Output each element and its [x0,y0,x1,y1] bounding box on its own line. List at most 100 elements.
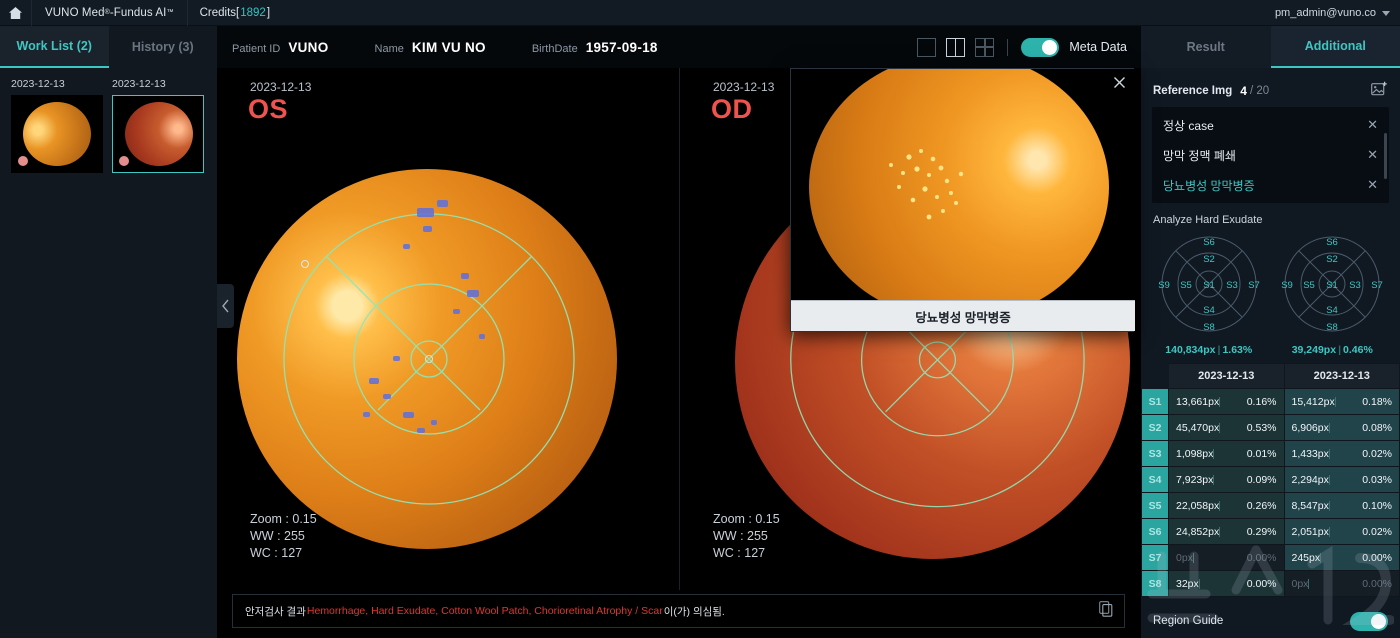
tab-work-list[interactable]: Work List (2) [0,26,109,68]
ww-value-os: WW : 255 [250,528,317,545]
cell-left: 24,852px0.29% [1169,519,1285,545]
cell-left-px: 24,852px [1176,526,1219,538]
viewer-pane-os[interactable]: 2023-12-13 OS [217,68,679,590]
popup-caption: 당뇨병성 망막병증 [791,300,1135,331]
cell-right: 8,547px0.10% [1284,493,1400,519]
table-header-row: 2023-12-13 2023-12-13 [1142,364,1400,389]
thumbnail-date-os: 2023-12-13 [11,78,103,90]
reference-item-normal[interactable]: 정상 case ✕ [1152,110,1389,140]
home-icon [8,6,23,20]
thumbnail-item-os[interactable]: 2023-12-13 [11,78,103,173]
table-row[interactable]: S6 24,852px0.29% 2,051px0.02% [1142,519,1400,545]
cell-left-px: 13,661px [1176,396,1219,408]
double-view-icon[interactable] [946,38,965,57]
toggle-knob [1371,614,1386,629]
sector-id: S6 [1142,519,1169,545]
reference-item-label: 정상 case [1163,117,1214,134]
sector-id: S1 [1142,389,1169,415]
reference-img-total: / 20 [1250,85,1269,97]
single-view-icon[interactable] [917,38,936,57]
reference-img-count: 4 [1240,84,1247,98]
svg-text:S6: S6 [1203,237,1215,248]
thumbnail-image-os[interactable] [11,95,103,173]
meta-data-toggle[interactable] [1021,38,1059,57]
brand-title: VUNO Med®-Fundus AI™ [32,0,188,26]
svg-text:S6: S6 [1326,237,1338,248]
cell-right: 2,294px0.03% [1284,467,1400,493]
cell-left: 22,058px0.26% [1169,493,1285,519]
etdrs-grid-left: S6 S2 S9 S5 S1 S3 S7 S4 S8 140,834px|1.6… [1154,230,1264,356]
cell-left-px: 7,923px [1176,474,1213,486]
sector-id: S5 [1142,493,1169,519]
reference-list-scrollbar[interactable] [1384,133,1387,179]
grid-right-px: 39,249px [1292,344,1336,356]
cell-right-pct: 0.08% [1362,422,1392,434]
findings-list: Hemorrhage, Hard Exudate, Cotton Wool Pa… [307,605,663,617]
etdrs-diagram-icon: S6 S2 S9 S5 S1 S3 S7 S4 S8 [1154,230,1264,338]
right-sidebar: Result Additional Reference Img 4 / 20 정… [1141,26,1400,638]
cell-left: 0px0.00% [1169,545,1285,571]
ww-value-od: WW : 255 [713,528,780,545]
svg-text:S9: S9 [1281,280,1293,291]
reference-item-dr[interactable]: 당뇨병성 망막병증 ✕ [1152,170,1389,200]
patient-id-field: Patient ID VUNO [232,40,329,55]
sidebar-collapse-button[interactable] [217,284,234,328]
remove-icon[interactable]: ✕ [1367,177,1378,193]
credits-label: Credits [200,7,236,19]
grid-right-pct: 0.46% [1343,344,1373,356]
tab-additional[interactable]: Additional [1271,26,1400,68]
region-guide-row: Region Guide [1141,604,1400,638]
right-tab-bar: Result Additional [1141,26,1400,68]
status-dot-os [18,156,28,166]
table-row[interactable]: S4 7,923px0.09% 2,294px0.03% [1142,467,1400,493]
findings-suffix: 이(가) 의심됨. [664,604,725,619]
region-guide-toggle[interactable] [1350,612,1388,631]
tab-history[interactable]: History (3) [109,26,218,68]
chevron-left-icon [221,299,230,313]
pane-eye-label-od: OD [711,94,753,125]
quad-view-icon[interactable] [975,38,994,57]
cell-left-px: 22,058px [1176,500,1219,512]
image-viewer: 2023-12-13 OS [217,68,1141,638]
table-row[interactable]: S7 0px0.00% 245px0.00% [1142,545,1400,571]
cell-right-px: 2,294px [1292,474,1329,486]
popup-close-button[interactable] [1110,73,1128,91]
svg-text:S3: S3 [1349,280,1361,291]
pane-metadata-od: Zoom : 0.15 WW : 255 WC : 127 [713,511,780,562]
table-row[interactable]: S3 1,098px0.01% 1,433px0.02% [1142,441,1400,467]
add-image-icon[interactable] [1371,81,1388,102]
reference-item-rvo[interactable]: 망막 정맥 폐쇄 ✕ [1152,140,1389,170]
copy-button[interactable] [1099,601,1113,622]
reference-image-popup[interactable]: 당뇨병성 망막병증 [790,68,1134,332]
wc-value-os: WC : 127 [250,545,317,562]
grid-left-px: 140,834px [1165,344,1215,356]
view-toolbar: Meta Data [917,26,1127,68]
account-menu[interactable]: pm_admin@vuno.co [1275,0,1390,26]
toolbar-divider [1007,39,1008,56]
cell-right-px: 245px [1292,552,1321,564]
home-button[interactable] [0,0,32,26]
cell-right-px: 15,412px [1292,396,1335,408]
tab-result[interactable]: Result [1141,26,1271,68]
thumbnail-item-od[interactable]: 2023-12-13 [112,78,204,173]
table-header-date-right: 2023-12-13 [1284,364,1400,389]
fundus-thumb-os-image [23,102,91,166]
cell-left: 13,661px 0.16% [1169,389,1285,415]
cell-right-px: 0px [1292,578,1309,590]
exudate-markers-overlay [791,69,1135,302]
chevron-down-icon [1382,11,1390,16]
pane-eye-label-os: OS [248,94,288,125]
patient-name-label: Name [375,43,404,55]
table-row[interactable]: S1 13,661px0.16% 15,412px0.18% [1142,389,1400,415]
table-row[interactable]: S5 22,058px0.26% 8,547px0.10% [1142,493,1400,519]
reference-item-label: 당뇨병성 망막병증 [1163,177,1255,194]
remove-icon[interactable]: ✕ [1367,147,1378,163]
close-icon [1113,76,1126,89]
table-row[interactable]: S8 32px0.00% 0px0.00% [1142,571,1400,597]
cell-left-pct: 0.16% [1247,396,1277,408]
remove-icon[interactable]: ✕ [1367,117,1378,133]
svg-text:S4: S4 [1203,305,1215,316]
sector-id: S4 [1142,467,1169,493]
table-row[interactable]: S2 45,470px0.53% 6,906px0.08% [1142,415,1400,441]
thumbnail-image-od[interactable] [112,95,204,173]
